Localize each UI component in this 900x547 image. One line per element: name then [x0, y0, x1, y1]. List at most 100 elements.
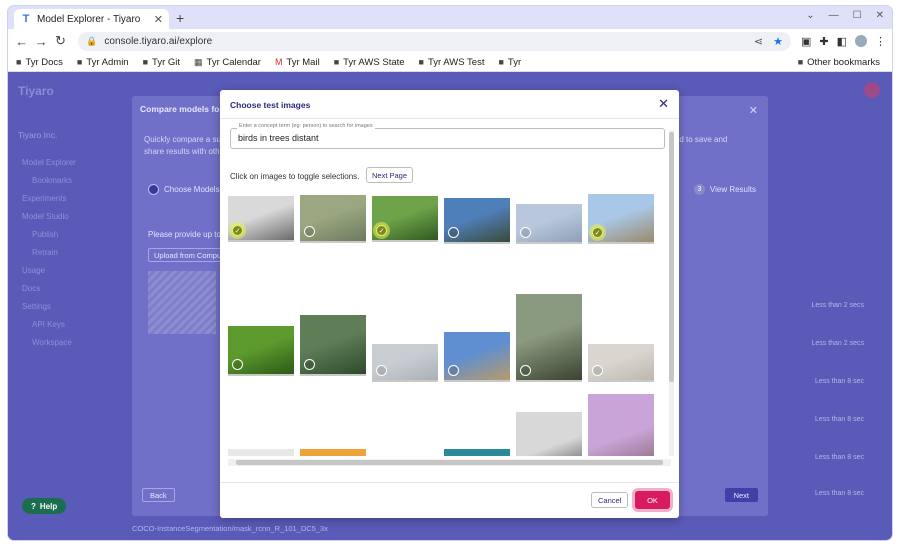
step-label: View Results	[709, 185, 756, 194]
folder-icon: ■	[797, 57, 804, 67]
bookmark-item[interactable]: ■ Tyr AWS State	[334, 57, 405, 68]
calendar-icon: ▦	[194, 56, 203, 67]
model-row-name: COCO-InstanceSegmentation/mask_rcnn_R_10…	[132, 524, 328, 533]
org-name[interactable]: Tiyaro Inc.	[18, 130, 57, 140]
nav-docs[interactable]: Docs	[22, 284, 40, 293]
profile-avatar[interactable]	[854, 35, 867, 47]
address-bar[interactable]: 🔒 console.tiyaro.ai/explore ⋖ ★	[78, 31, 791, 51]
folder-icon: ■	[333, 57, 340, 67]
provide-text: Please provide up to	[148, 230, 221, 239]
nav-bookmarks[interactable]: Bookmarks	[32, 176, 72, 185]
nav-experiments[interactable]: Experiments	[22, 194, 66, 203]
vertical-scrollbar-thumb[interactable]	[669, 132, 674, 382]
bookmark-item[interactable]: ■ Tyr	[498, 57, 521, 68]
bookmark-label: Tyr AWS State	[343, 56, 405, 68]
page-viewport: Tiyaro Tiyaro Inc. Model Explorer Bookma…	[8, 72, 892, 540]
concept-search-input[interactable]	[238, 133, 653, 143]
next-page-button[interactable]: Next Page	[366, 167, 414, 183]
latency-label: Less than 2 secs	[811, 340, 864, 347]
window-close-icon[interactable]: ✕	[876, 10, 884, 21]
user-avatar[interactable]	[864, 82, 880, 98]
img-green-foliage[interactable]	[228, 326, 294, 376]
search-field-label: Enter a concept term (eg: person) to sea…	[237, 123, 375, 129]
bookmark-item[interactable]: M Tyr Mail	[275, 57, 320, 68]
tab-title: Model Explorer - Tiyaro	[37, 13, 141, 25]
nav-model-studio[interactable]: Model Studio	[22, 212, 69, 221]
img-dense-forest[interactable]	[300, 315, 366, 376]
tab-model-explorer[interactable]: T Model Explorer - Tiyaro ✕	[14, 9, 169, 29]
folder-icon: ■	[142, 57, 149, 67]
bookmark-item[interactable]: ▦ Tyr Calendar	[194, 57, 261, 68]
bookmark-item[interactable]: ■ Tyr Docs	[16, 57, 63, 68]
img-pale-sky-bird[interactable]	[516, 204, 582, 244]
unselected-circle-icon	[520, 227, 531, 238]
bookmark-label: Tyr	[507, 56, 522, 68]
horizontal-scrollbar-thumb[interactable]	[236, 460, 663, 465]
nav-publish[interactable]: Publish	[32, 230, 58, 239]
new-tab-icon[interactable]: +	[176, 10, 184, 26]
img-tree-branches[interactable]	[300, 195, 366, 243]
latency-label: Less than 8 sec	[814, 378, 864, 385]
share-icon[interactable]: ⋖	[754, 35, 763, 48]
back-button[interactable]: Back	[142, 488, 175, 502]
img-woman-pink-sky[interactable]	[588, 394, 654, 456]
menu-kebab-icon[interactable]: ⋮	[875, 35, 886, 48]
vertical-scrollbar[interactable]	[669, 130, 674, 456]
upload-button[interactable]: Upload from Compu	[148, 248, 228, 262]
bookmark-label: Other bookmarks	[807, 56, 880, 68]
bookmark-item[interactable]: ■ Tyr AWS Test	[419, 57, 485, 68]
bookmark-item[interactable]: ■ Tyr Admin	[77, 57, 129, 68]
nav-retrain[interactable]: Retrain	[32, 248, 58, 257]
step-choose-models: Choose Models	[148, 184, 220, 195]
img-bare-tree-sky[interactable]: ✓	[588, 194, 654, 244]
img-blue-sky-branches[interactable]	[444, 332, 510, 382]
unselected-circle-icon	[304, 359, 315, 370]
maximize-icon[interactable]: ☐	[853, 10, 862, 21]
nav-model-explorer[interactable]: Model Explorer	[22, 158, 76, 167]
lock-icon[interactable]: 🔒	[86, 36, 97, 47]
next-button[interactable]: Next	[724, 488, 758, 502]
bookmark-star-icon[interactable]: ★	[773, 35, 783, 48]
step-number: 3	[693, 184, 705, 195]
extensions-area: ▣ ✚ ◧ ⋮	[801, 35, 886, 48]
nav-settings[interactable]: Settings	[22, 302, 51, 311]
img-bw-bird-branch[interactable]	[228, 449, 294, 456]
other-bookmarks[interactable]: ■ Other bookmarks	[798, 57, 880, 68]
img-forest-path-person[interactable]	[516, 294, 582, 382]
bookmark-label: Tyr Calendar	[206, 56, 261, 68]
img-blue-branches[interactable]	[444, 198, 510, 244]
tab-search-icon[interactable]: ⌄	[806, 10, 814, 21]
bookmark-item[interactable]: ■ Tyr Git	[143, 57, 180, 68]
nav-api-keys[interactable]: API Keys	[32, 320, 65, 329]
forward-arrow-icon[interactable]: →	[33, 34, 48, 49]
minimize-icon[interactable]: —	[829, 10, 839, 21]
nav-workspace[interactable]: Workspace	[32, 338, 72, 347]
step-label: Choose Models	[164, 185, 220, 194]
choose-test-images-modal: Choose test images ✕ Enter a concept ter…	[220, 90, 679, 518]
nav-usage[interactable]: Usage	[22, 266, 45, 275]
back-arrow-icon[interactable]: ←	[14, 34, 29, 49]
help-button[interactable]: ? Help	[22, 498, 67, 514]
cancel-button[interactable]: Cancel	[591, 492, 629, 508]
horizontal-scrollbar[interactable]	[228, 459, 671, 466]
img-sunset-palms[interactable]	[300, 449, 366, 456]
img-macaws[interactable]	[444, 449, 510, 456]
modal-close-icon[interactable]: ✕	[658, 96, 669, 112]
img-bw-palm-canopy[interactable]	[516, 412, 582, 456]
img-grey-sky-birds[interactable]	[372, 344, 438, 382]
puzzle-icon[interactable]: ✚	[819, 35, 828, 48]
compare-dialog-close-icon[interactable]: ✕	[749, 104, 758, 117]
latency-label: Less than 8 sec	[814, 416, 864, 423]
img-green-leaves[interactable]: ✓	[372, 196, 438, 242]
tab-close-icon[interactable]: ✕	[154, 13, 163, 26]
uploaded-image-preview	[148, 271, 216, 334]
app-sidebar: Tiyaro Tiyaro Inc. Model Explorer Bookma…	[8, 72, 128, 540]
concept-search-field[interactable]: Enter a concept term (eg: person) to sea…	[230, 123, 665, 149]
ok-button[interactable]: OK	[635, 491, 670, 509]
img-branches-bw[interactable]: ✓	[228, 196, 294, 242]
bookmark-label: Tyr Git	[152, 56, 181, 68]
extension-icon[interactable]: ▣	[801, 35, 811, 48]
sidepanel-icon[interactable]: ◧	[837, 35, 847, 48]
img-flying-birds-light[interactable]	[588, 344, 654, 382]
reload-icon[interactable]: ↻	[53, 33, 68, 49]
